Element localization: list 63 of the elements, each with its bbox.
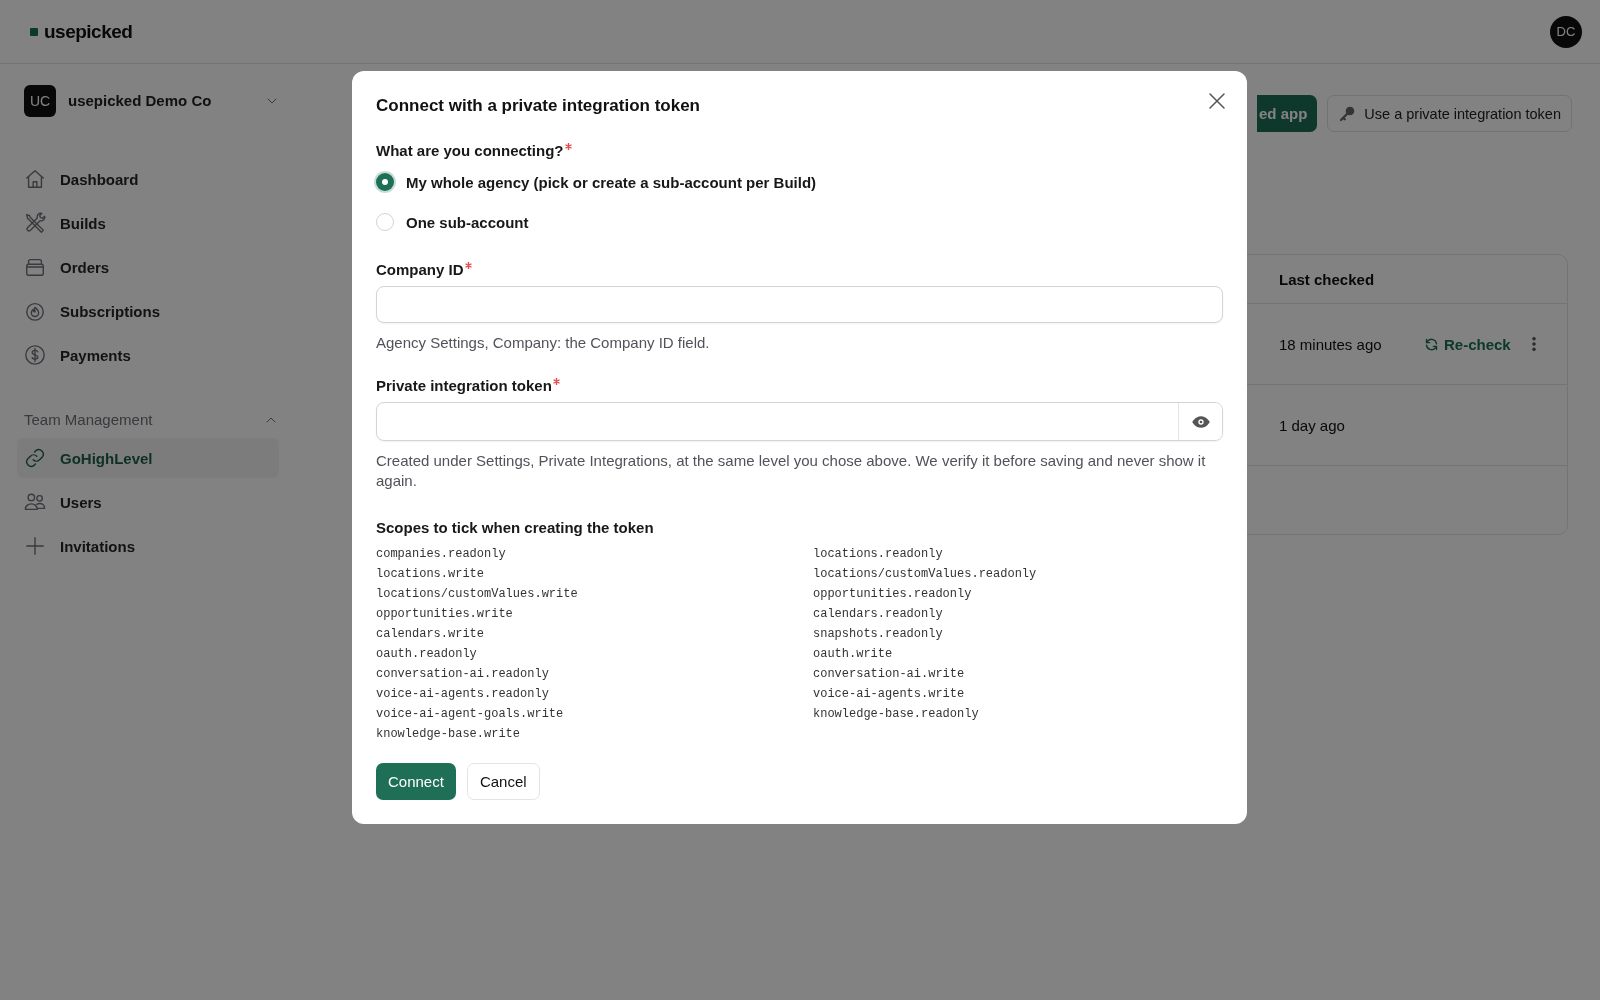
user-avatar[interactable]: DC (1550, 15, 1582, 48)
question-label: What are you connecting? (376, 142, 1223, 159)
dollar-icon (24, 344, 46, 366)
refresh-icon (1424, 336, 1439, 352)
field-label: Company ID (376, 261, 1223, 278)
text-input[interactable] (376, 286, 1223, 323)
scope-name: knowledge-base.write (376, 726, 522, 743)
sidebar-item[interactable]: Dashboard (17, 159, 279, 199)
sidebar-item[interactable]: Users (17, 482, 279, 522)
scope-name: locations/customValues.readonly (813, 566, 1038, 583)
dialog-title: Connect with a private integration token (376, 96, 701, 116)
connect-button[interactable]: Connect (376, 763, 456, 800)
table-cell-text: 18 minutes ago (1279, 335, 1383, 353)
flame-icon (24, 300, 46, 322)
help-text: Created under Settings, Private Integrations, at the same level you chose above. We verify it before saving and never show it again. (376, 451, 1207, 491)
scope-name: companies.readonly (376, 546, 507, 563)
section-title: Team Management (24, 411, 153, 428)
table-cell-text: 1 day ago (1279, 416, 1346, 434)
org-avatar: UC (24, 84, 56, 117)
tools-icon (24, 212, 46, 234)
users-icon (24, 491, 46, 513)
scope-name: opportunities.write (376, 606, 514, 623)
radio-label[interactable]: One sub-account (406, 213, 529, 231)
help-text: Agency Settings, Company: the Company ID field. (376, 333, 711, 353)
scope-name: calendars.readonly (813, 606, 944, 623)
sidebar-item[interactable]: Subscriptions (17, 291, 279, 331)
scope-name: snapshots.readonly (813, 626, 944, 643)
recheck-button[interactable]: Re-check (1424, 325, 1511, 363)
cancel-button[interactable]: Cancel (466, 763, 540, 800)
scope-name: voice-ai-agents.write (813, 686, 966, 703)
scope-name: oauth.write (813, 646, 894, 663)
scope-name: locations.readonly (813, 546, 944, 563)
sidebar-item[interactable]: Orders (17, 247, 279, 287)
key-icon (1338, 104, 1357, 123)
sidebar-item[interactable]: Builds (17, 203, 279, 243)
radio-button[interactable] (376, 173, 394, 191)
scope-name: voice-ai-agents.readonly (376, 686, 550, 703)
scope-name: knowledge-base.readonly (813, 706, 980, 723)
scope-name: conversation-ai.readonly (376, 666, 550, 683)
plus-icon (24, 535, 46, 557)
home-icon (24, 168, 46, 190)
section-title: Scopes to tick when creating the token (376, 519, 655, 536)
column-header: Last checked (1279, 270, 1376, 288)
scope-name: locations.write (376, 566, 486, 583)
sidebar-item[interactable]: Invitations (17, 526, 279, 566)
header-button[interactable]: Use a private integration token (1327, 95, 1572, 132)
scope-name: oauth.readonly (376, 646, 478, 663)
scope-name: conversation-ai.write (813, 666, 966, 683)
radio-button[interactable] (376, 213, 394, 231)
scope-name: locations/customValues.write (376, 586, 579, 603)
sidebar-item[interactable]: Payments (17, 335, 279, 375)
scope-name: voice-ai-agent-goals.write (376, 706, 565, 723)
link-icon (24, 447, 46, 469)
sidebar-item[interactable]: GoHighLevel (17, 438, 279, 478)
logo-mark (30, 27, 38, 36)
scope-name: opportunities.readonly (813, 586, 973, 603)
radio-label[interactable]: My whole agency (pick or create a sub-account per Build) (406, 173, 817, 191)
scope-name: calendars.write (376, 626, 486, 643)
logo-text[interactable]: usepicked (44, 20, 133, 43)
field-label: Private integration token (376, 377, 1223, 394)
header-button[interactable]: ed app (1257, 95, 1318, 132)
org-name[interactable]: usepicked Demo Co (68, 92, 252, 109)
tray-icon (24, 256, 46, 278)
